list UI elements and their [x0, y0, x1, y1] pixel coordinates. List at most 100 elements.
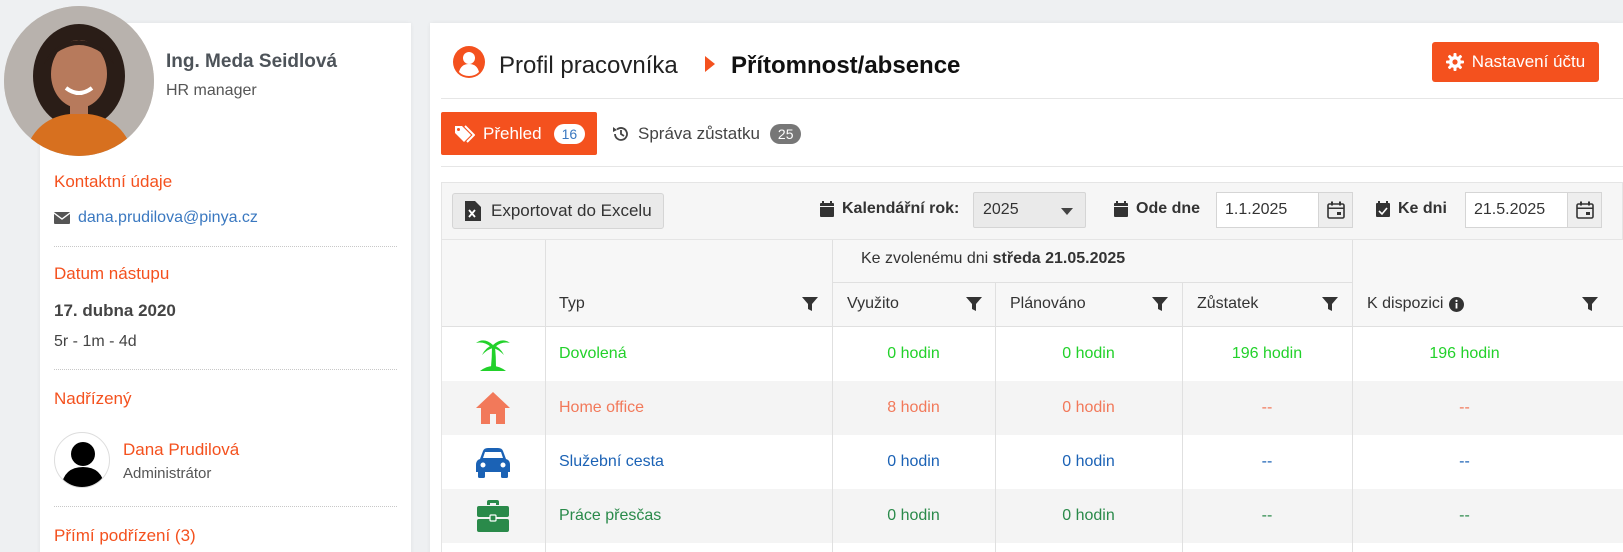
- balance-cell: --: [1261, 453, 1273, 470]
- filter-icon[interactable]: [1322, 296, 1338, 312]
- history-icon: [613, 126, 628, 141]
- type-cell: Práce přesčas: [559, 489, 661, 543]
- filter-icon[interactable]: [1582, 296, 1598, 312]
- type-cell: Dovolená: [559, 327, 627, 381]
- balance-cell: --: [1261, 399, 1273, 416]
- used-cell: 0 hodin: [887, 507, 940, 524]
- type-label: Dovolená: [559, 345, 627, 362]
- supervisor-role: Administrátor: [123, 465, 212, 482]
- envelope-icon: [54, 212, 70, 224]
- planned-cell: 0 hodin: [1062, 399, 1115, 416]
- tab-overview[interactable]: Přehled 16: [441, 112, 597, 155]
- group-header: Ke zvolenému dni středa 21.05.2025: [861, 250, 1125, 268]
- start-date: 17. dubna 2020: [54, 301, 176, 320]
- group-header-prefix: Ke zvolenému dni: [861, 250, 989, 267]
- available-cell: 196 hodin: [1429, 345, 1500, 362]
- tab-overview-label: Přehled: [483, 123, 542, 143]
- table-row[interactable]: Práce přesčas 0 hodin 0 hodin -- --: [442, 489, 1623, 543]
- header-available[interactable]: K dispozici: [1367, 295, 1465, 313]
- filter-icon[interactable]: [966, 296, 982, 312]
- caret-right-icon: [705, 56, 715, 72]
- supervisor-avatar[interactable]: [54, 432, 110, 488]
- planned-cell: 0 hodin: [1062, 345, 1115, 362]
- subordinates-section-title[interactable]: Přímí podřízení (3): [54, 526, 196, 546]
- from-label-text: Ode dne: [1136, 200, 1201, 217]
- tab-overview-count: 16: [553, 123, 586, 144]
- tab-balance-count: 25: [769, 123, 802, 144]
- account-settings-button[interactable]: Nastavení účtu: [1432, 42, 1599, 82]
- email-link[interactable]: dana.prudilova@pinya.cz: [78, 209, 258, 227]
- table-row[interactable]: Služební cesta 0 hodin 0 hodin -- --: [442, 435, 1623, 489]
- caret-down-icon: [1061, 208, 1073, 215]
- header-used[interactable]: Využito: [847, 295, 899, 313]
- table-row[interactable]: Home office 8 hodin 0 hodin -- --: [442, 381, 1623, 435]
- type-label: Home office: [559, 399, 645, 416]
- calendar-outline-icon: [1326, 201, 1345, 219]
- available-cell: --: [1459, 453, 1470, 470]
- table-row[interactable]: Dovolená 0 hodin 0 hodin 196 hodin 196 h…: [442, 327, 1623, 381]
- column-divider: [1352, 240, 1353, 552]
- planned-cell: 0 hodin: [1062, 453, 1115, 470]
- used-cell: 0 hodin: [887, 453, 940, 470]
- header-available-label: K dispozici: [1367, 295, 1444, 312]
- to-label: Ke dni: [1376, 200, 1447, 218]
- palm-tree-icon: [476, 340, 510, 371]
- group-header-date: středa 21.05.2025: [992, 250, 1126, 267]
- info-icon[interactable]: [1449, 296, 1465, 312]
- divider: [54, 369, 397, 370]
- user-circle-icon: [453, 46, 485, 78]
- filter-icon[interactable]: [1152, 296, 1168, 312]
- available-cell: --: [1459, 507, 1470, 524]
- divider: [441, 166, 1623, 167]
- type-cell: Home office: [559, 381, 644, 435]
- column-divider: [995, 282, 996, 552]
- used-cell: 0 hodin: [887, 345, 940, 362]
- from-label: Ode dne: [1114, 200, 1200, 218]
- header-balance[interactable]: Zůstatek: [1197, 295, 1258, 313]
- calendar-icon: [820, 201, 834, 217]
- page-title: Přítomnost/absence: [731, 52, 961, 79]
- from-date-input[interactable]: 1.1.2025: [1216, 192, 1319, 228]
- type-label: Služební cesta: [559, 453, 664, 470]
- file-excel-icon: [465, 201, 481, 221]
- header-type[interactable]: Typ: [559, 295, 585, 313]
- from-date-picker-button[interactable]: [1318, 192, 1353, 228]
- filter-icon[interactable]: [802, 296, 818, 312]
- breadcrumb-profile[interactable]: Profil pracovníka: [499, 52, 678, 80]
- tenure: 5r - 1m - 4d: [54, 333, 137, 350]
- year-label-text: Kalendářní rok:: [842, 200, 960, 217]
- divider: [54, 506, 397, 507]
- gear-icon: [1445, 53, 1464, 71]
- export-label: Exportovat do Excelu: [491, 201, 652, 220]
- home-icon: [476, 392, 510, 424]
- profile-avatar: [4, 6, 154, 156]
- email-row[interactable]: dana.prudilova@pinya.cz: [54, 209, 258, 227]
- briefcase-icon: [477, 500, 509, 532]
- tab-balance-management[interactable]: Správa zůstatku 25: [612, 112, 802, 155]
- calendar-outline-icon: [1575, 201, 1594, 219]
- contact-section-title: Kontaktní údaje: [54, 172, 173, 191]
- column-divider: [1182, 282, 1183, 552]
- header-planned[interactable]: Plánováno: [1010, 295, 1086, 313]
- available-cell: --: [1459, 399, 1470, 416]
- calendar-check-icon: [1376, 201, 1390, 217]
- year-select-value: 2025: [983, 201, 1019, 218]
- divider: [441, 98, 1623, 99]
- year-label: Kalendářní rok:: [820, 200, 959, 218]
- car-icon: [476, 448, 510, 478]
- supervisor-name[interactable]: Dana Prudilová: [123, 440, 239, 460]
- balance-cell: 196 hodin: [1231, 345, 1303, 362]
- used-cell: 8 hodin: [887, 399, 940, 416]
- divider: [54, 246, 397, 247]
- group-divider: [832, 282, 1352, 283]
- column-divider: [832, 240, 833, 552]
- to-date-input[interactable]: 21.5.2025: [1465, 192, 1568, 228]
- year-select[interactable]: 2025: [973, 192, 1086, 228]
- export-excel-button[interactable]: Exportovat do Excelu: [452, 193, 664, 229]
- settings-button-label: Nastavení účtu: [1471, 52, 1586, 71]
- profile-name: Ing. Meda Seidlová: [166, 51, 338, 72]
- type-label: Práce přesčas: [559, 507, 662, 524]
- attendance-table: Dovolená 0 hodin 0 hodin 196 hodin 196 h…: [441, 240, 1623, 552]
- type-cell: Služební cesta: [559, 435, 664, 489]
- to-date-picker-button[interactable]: [1567, 192, 1602, 228]
